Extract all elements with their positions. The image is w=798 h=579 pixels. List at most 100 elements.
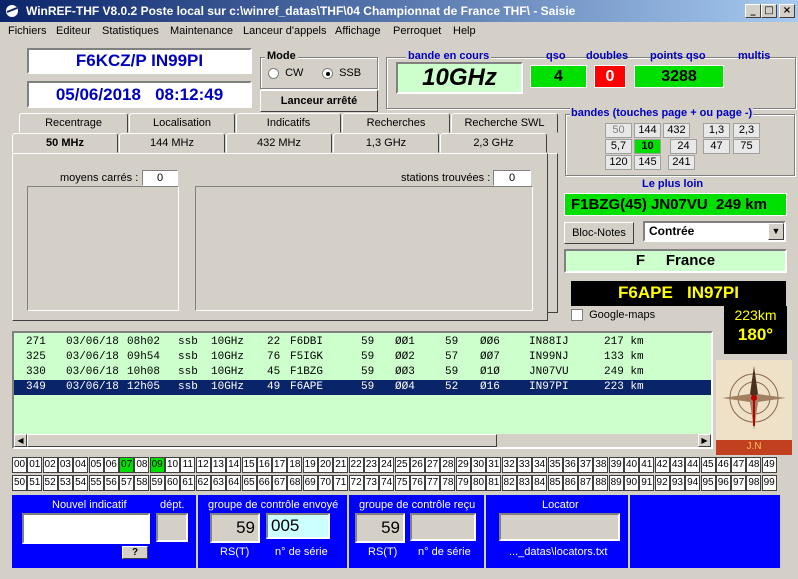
dept-cell-27[interactable]: 27 [425, 457, 441, 473]
rcvd-rs-input[interactable]: 59 [355, 513, 405, 543]
table-row[interactable]: 271 03/06/18 08h02 ssb 10GHz 22 F6DBI 59 ØØ1 59 ØØ… [14, 335, 711, 350]
tab-indicatifs[interactable]: Indicatifs [236, 113, 341, 133]
dept-cell-99[interactable]: 99 [761, 475, 777, 491]
dept-cell-31[interactable]: 31 [486, 457, 502, 473]
band-432[interactable]: 432 [663, 123, 690, 138]
scroll-thumb[interactable] [27, 434, 497, 447]
dept-cell-68[interactable]: 68 [287, 475, 303, 491]
dept-cell-89[interactable]: 89 [608, 475, 624, 491]
google-maps-checkbox[interactable]: Google-maps [571, 309, 655, 322]
dept-cell-47[interactable]: 47 [731, 457, 747, 473]
dept-cell-52[interactable]: 52 [42, 475, 58, 491]
band-5-7[interactable]: 5,7 [605, 139, 632, 154]
tab-recentrage[interactable]: Recentrage [19, 113, 128, 133]
menu-editeur[interactable]: Editeur [56, 25, 91, 37]
dept-cell-02[interactable]: 02 [42, 457, 58, 473]
dept-cell-24[interactable]: 24 [379, 457, 395, 473]
dept-cell-08[interactable]: 08 [134, 457, 150, 473]
dept-cell-45[interactable]: 45 [700, 457, 716, 473]
dept-cell-29[interactable]: 29 [455, 457, 471, 473]
dept-cell-95[interactable]: 95 [700, 475, 716, 491]
locator-input[interactable] [499, 513, 620, 541]
dept-cell-87[interactable]: 87 [578, 475, 594, 491]
dept-cell-69[interactable]: 69 [302, 475, 318, 491]
dept-cell-73[interactable]: 73 [363, 475, 379, 491]
dept-cell-12[interactable]: 12 [195, 457, 211, 473]
dept-cell-41[interactable]: 41 [639, 457, 655, 473]
dept-cell-39[interactable]: 39 [608, 457, 624, 473]
dept-cell-59[interactable]: 59 [149, 475, 165, 491]
new-call-input[interactable] [22, 513, 150, 544]
dept-cell-40[interactable]: 40 [624, 457, 639, 473]
dept-cell-22[interactable]: 22 [348, 457, 364, 473]
dept-cell-26[interactable]: 26 [409, 457, 425, 473]
dept-cell-57[interactable]: 57 [119, 475, 135, 491]
dept-cell-17[interactable]: 17 [272, 457, 288, 473]
tab-recherche-swl[interactable]: Recherche SWL [451, 113, 558, 133]
dept-cell-62[interactable]: 62 [195, 475, 211, 491]
tab-2-3ghz[interactable]: 2,3 GHz [440, 133, 547, 153]
stations-list[interactable] [195, 186, 533, 311]
tab-50mhz[interactable]: 50 MHz [12, 133, 118, 153]
menu-statistiques[interactable]: Statistiques [102, 25, 159, 37]
dept-cell-42[interactable]: 42 [654, 457, 670, 473]
qso-log-list[interactable]: 271 03/06/18 08h02 ssb 10GHz 22 F6DBI 59 ØØ1 59 ØØ… [12, 331, 713, 449]
dept-cell-88[interactable]: 88 [593, 475, 609, 491]
dept-cell-44[interactable]: 44 [685, 457, 701, 473]
band-2-3[interactable]: 2,3 [733, 123, 760, 138]
table-row[interactable]: 349 03/06/18 12h05 ssb 10GHz 49 F6APE 59 ØØ4 52 Ø1… [14, 380, 711, 395]
dept-cell-32[interactable]: 32 [501, 457, 517, 473]
band-144[interactable]: 144 [634, 123, 661, 138]
dept-cell-34[interactable]: 34 [532, 457, 548, 473]
help-button[interactable]: ? [122, 546, 148, 559]
dept-cell-06[interactable]: 06 [103, 457, 119, 473]
band-1-3[interactable]: 1,3 [703, 123, 730, 138]
dept-cell-30[interactable]: 30 [471, 457, 486, 473]
dept-cell-43[interactable]: 43 [669, 457, 685, 473]
band-75[interactable]: 75 [733, 139, 760, 154]
dept-cell-23[interactable]: 23 [363, 457, 379, 473]
dept-cell-33[interactable]: 33 [516, 457, 532, 473]
squares-list[interactable] [27, 186, 179, 311]
dept-cell-70[interactable]: 70 [318, 475, 333, 491]
dept-cell-36[interactable]: 36 [562, 457, 578, 473]
mode-cw-radio[interactable]: CW [268, 67, 303, 79]
menu-perroquet[interactable]: Perroquet [393, 25, 441, 37]
dept-cell-85[interactable]: 85 [547, 475, 563, 491]
sent-rs-input[interactable]: 59 [210, 513, 260, 543]
dept-cell-46[interactable]: 46 [715, 457, 731, 473]
dept-cell-15[interactable]: 15 [241, 457, 257, 473]
rcvd-serial-input[interactable] [410, 513, 476, 541]
dept-cell-14[interactable]: 14 [226, 457, 242, 473]
dept-cell-74[interactable]: 74 [379, 475, 395, 491]
menu-maintenance[interactable]: Maintenance [170, 25, 233, 37]
dept-cell-90[interactable]: 90 [624, 475, 639, 491]
dept-cell-98[interactable]: 98 [746, 475, 762, 491]
notes-button[interactable]: Bloc-Notes [564, 222, 634, 244]
band-10[interactable]: 10 [634, 139, 661, 154]
dept-cell-18[interactable]: 18 [287, 457, 303, 473]
dept-cell-63[interactable]: 63 [210, 475, 226, 491]
band-50[interactable]: 50 [605, 123, 632, 138]
dept-cell-13[interactable]: 13 [210, 457, 226, 473]
dept-cell-67[interactable]: 67 [272, 475, 288, 491]
band-47[interactable]: 47 [703, 139, 730, 154]
scroll-left-icon[interactable]: ◀ [14, 434, 27, 447]
scroll-right-icon[interactable]: ▶ [698, 434, 711, 447]
dept-cell-77[interactable]: 77 [425, 475, 441, 491]
dept-cell-53[interactable]: 53 [57, 475, 73, 491]
dept-cell-37[interactable]: 37 [578, 457, 594, 473]
dept-cell-28[interactable]: 28 [440, 457, 456, 473]
dept-cell-35[interactable]: 35 [547, 457, 563, 473]
dept-cell-55[interactable]: 55 [88, 475, 104, 491]
dept-cell-80[interactable]: 80 [471, 475, 486, 491]
dept-cell-38[interactable]: 38 [593, 457, 609, 473]
dept-cell-16[interactable]: 16 [256, 457, 272, 473]
band-24[interactable]: 24 [670, 139, 697, 154]
menu-affichage[interactable]: Affichage [335, 25, 381, 37]
dept-cell-50[interactable]: 50 [12, 475, 27, 491]
tab-144mhz[interactable]: 144 MHz [119, 133, 225, 153]
table-row[interactable]: 325 03/06/18 09h54 ssb 10GHz 76 F5IGK 59 ØØ2 57 ØØ… [14, 350, 711, 365]
dept-cell-71[interactable]: 71 [333, 475, 349, 491]
dept-cell-75[interactable]: 75 [394, 475, 410, 491]
